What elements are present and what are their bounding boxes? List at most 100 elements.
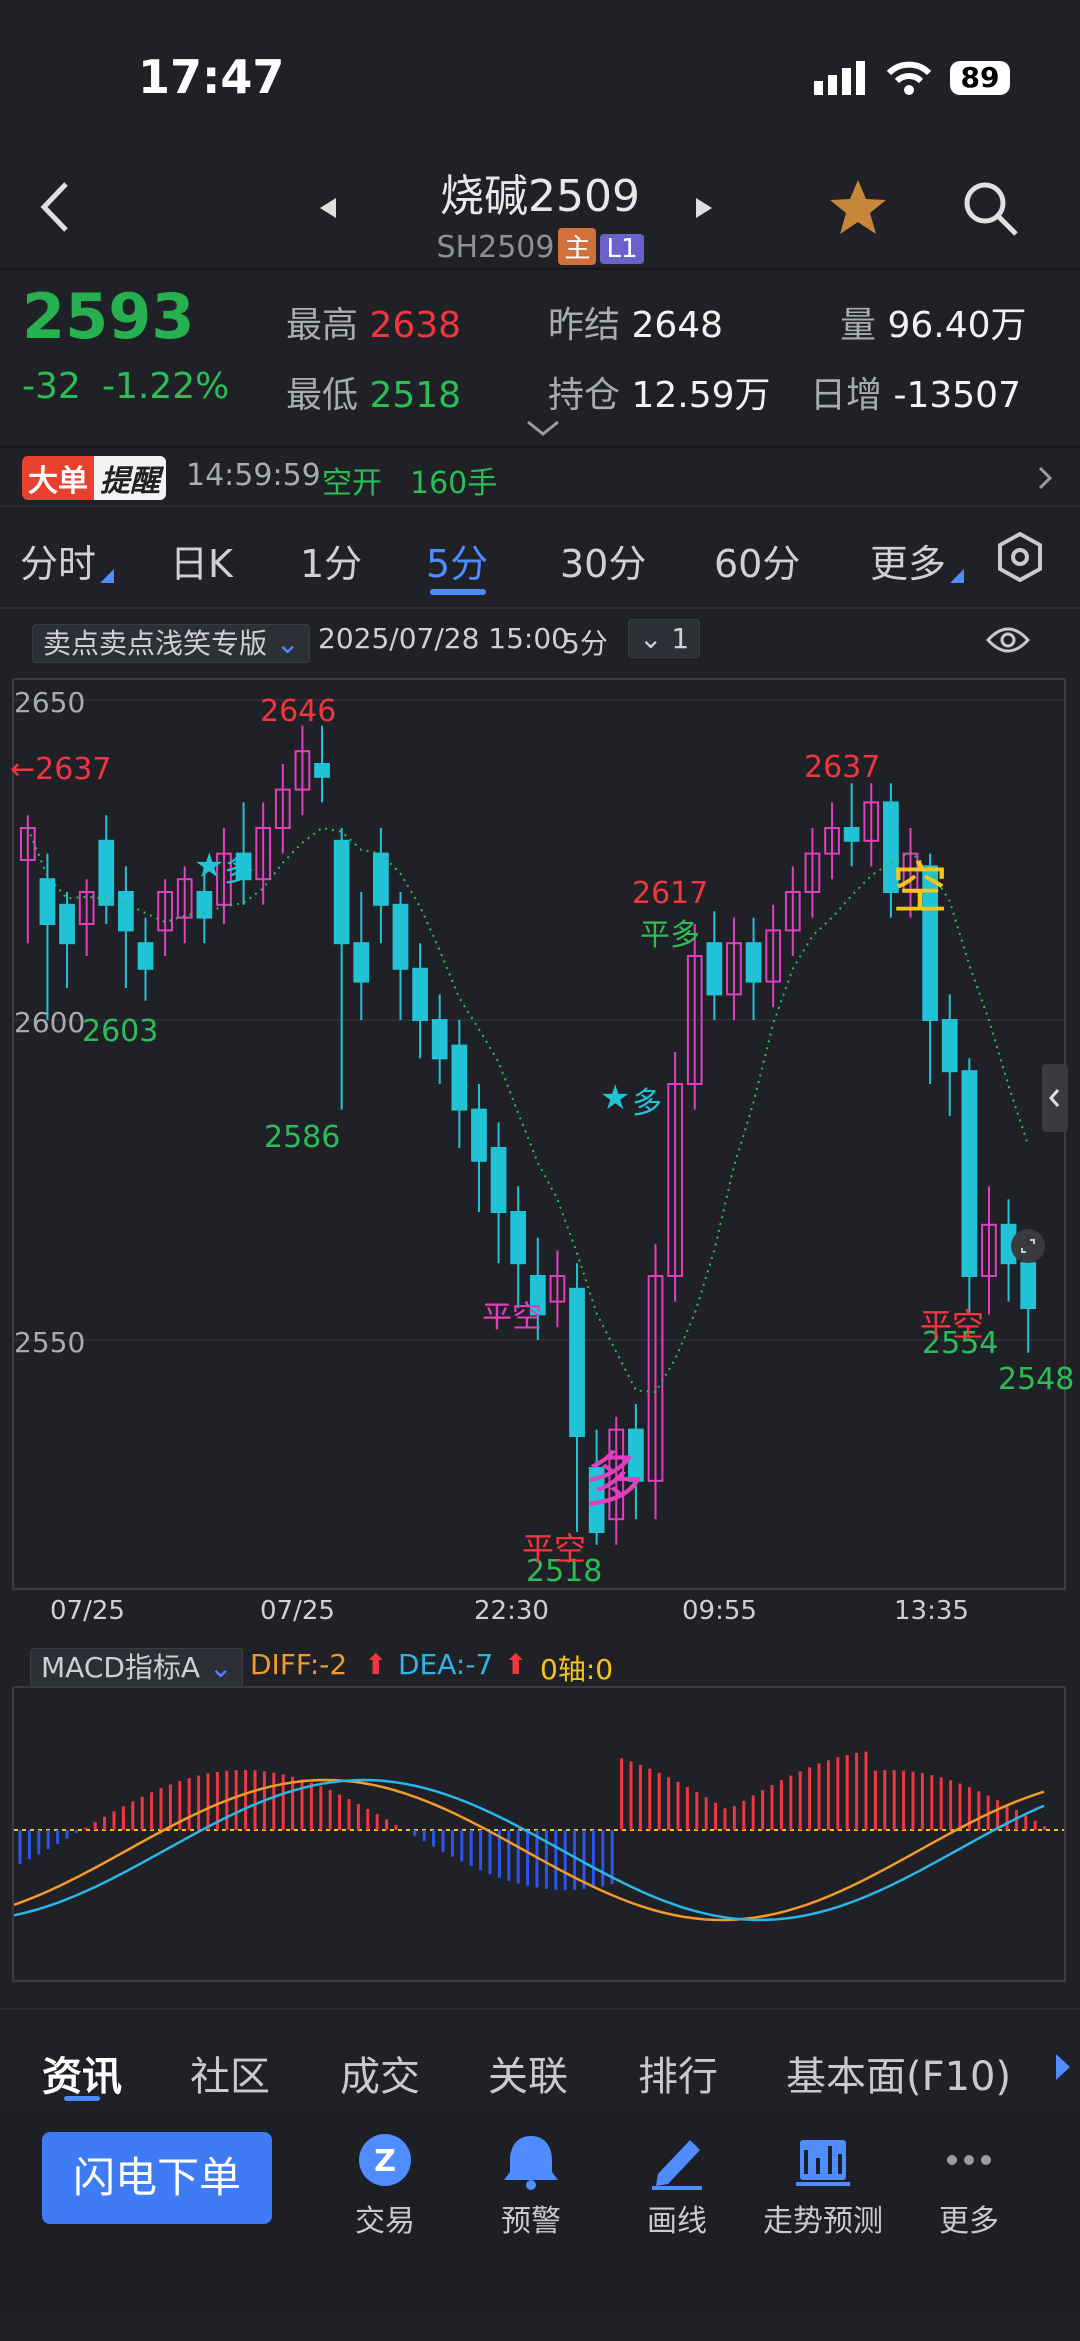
low-value: 2518 <box>369 375 462 416</box>
high-label: 最高 <box>286 305 359 346</box>
tab-more[interactable]: 更多 <box>870 533 946 588</box>
signal-close-short: 平空 <box>522 1530 587 1568</box>
draw-button[interactable]: 画线 <box>602 2130 752 2240</box>
kline-svg <box>14 699 1064 1545</box>
signal-long-small: 多 <box>224 854 254 889</box>
prev-settle-value: 2648 <box>631 305 724 346</box>
expand-chevron-icon[interactable] <box>526 420 560 438</box>
open-interest-value: 12.59万 <box>631 375 771 416</box>
tab-1min[interactable]: 1分 <box>300 533 362 588</box>
macd-name: MACD指标A <box>41 1651 201 1684</box>
x-tick-2: 07/25 <box>260 1596 335 1626</box>
candle-body <box>98 839 115 906</box>
signal-close-long: 平多 <box>640 918 700 953</box>
fullscreen-icon[interactable] <box>1010 1228 1046 1264</box>
dropdown-corner-icon <box>100 569 114 583</box>
candle-body <box>1020 1262 1037 1310</box>
tab-60min[interactable]: 60分 <box>714 533 800 588</box>
multiplier-value: 1 <box>671 622 690 655</box>
favorite-star-icon[interactable] <box>828 178 888 236</box>
y-tick-2650: 2650 <box>14 686 86 719</box>
candle-body <box>353 942 370 983</box>
status-time: 17:47 <box>138 50 285 104</box>
tab-related[interactable]: 关联 <box>488 2044 568 2102</box>
contract-subtitle: SH2509 主 L1 <box>0 228 1080 265</box>
candle-body <box>412 967 428 1021</box>
y-tick-2550: 2550 <box>14 1326 86 1359</box>
tab-fundamentals[interactable]: 基本面(F10) <box>786 2044 1011 2102</box>
active-tab-indicator <box>64 2096 100 2101</box>
candle-body <box>471 1108 487 1162</box>
up-arrow-icon: ⬆ <box>364 1648 388 1681</box>
candle-body <box>843 827 860 842</box>
open-interest-label: 持仓 <box>548 375 621 416</box>
price-change-pct: -1.22% <box>102 366 230 407</box>
battery-icon: 89 <box>950 61 1010 95</box>
candle-body <box>745 942 762 983</box>
indicator-period: 5分 <box>562 627 608 660</box>
candle-body <box>333 839 350 945</box>
tab-daily[interactable]: 日K <box>170 533 233 588</box>
macd-dea: DEA:-7 <box>398 1648 494 1681</box>
side-panel-toggle[interactable] <box>1042 1064 1068 1132</box>
candle-body <box>392 903 409 970</box>
forecast-button[interactable]: 走势预测 <box>748 2130 898 2240</box>
label-low-2586: 2586 <box>264 1120 341 1155</box>
search-icon[interactable] <box>960 178 1020 238</box>
more-dots-icon <box>947 2155 991 2165</box>
label-high-2646: 2646 <box>260 694 337 729</box>
tab-5min[interactable]: 5分 <box>426 533 488 588</box>
x-tick-3: 22:30 <box>474 1596 549 1626</box>
status-icons: 89 <box>814 58 1010 98</box>
macd-chart[interactable] <box>12 1686 1066 1982</box>
forecast-icon <box>796 2140 850 2186</box>
alert-badge-2: 提醒 <box>94 456 166 500</box>
tab-trades[interactable]: 成交 <box>340 2044 420 2102</box>
x-tick-5: 13:35 <box>894 1596 969 1626</box>
macd-select[interactable]: MACD指标A ⌄ <box>30 1646 244 1687</box>
label-low-2603: 2603 <box>82 1014 159 1049</box>
signal-short-big: 空 <box>892 857 948 922</box>
tab-community[interactable]: 社区 <box>190 2044 270 2102</box>
dropdown-corner-icon <box>950 569 964 583</box>
x-tick-4: 09:55 <box>682 1596 757 1626</box>
signal-long-big: 多 <box>584 1446 644 1516</box>
scroll-right-icon[interactable] <box>1054 2052 1072 2082</box>
tab-ranking[interactable]: 排行 <box>638 2044 718 2102</box>
up-arrow-icon: ⬆ <box>504 1648 528 1681</box>
high-value: 2638 <box>369 305 462 346</box>
trade-button[interactable]: Z 交易 <box>310 2130 460 2240</box>
low-label: 最低 <box>286 375 359 416</box>
label-high-2637: 2637 <box>804 750 881 785</box>
period-tabs: 分时 日K 1分 5分 30分 60分 更多 <box>0 505 1080 609</box>
label-high-2617: 2617 <box>632 876 709 911</box>
prev-settle-label: 昨结 <box>548 305 621 346</box>
multiplier-select[interactable]: ⌄ 1 <box>628 619 701 658</box>
tab-news[interactable]: 资讯 <box>42 2044 122 2102</box>
volume-value: 96.40万 <box>887 305 1027 346</box>
kline-chart[interactable]: 2650 2600 2550 ←2637 2646 2603 2586 2617… <box>10 678 1074 1590</box>
candle-body <box>451 1044 468 1111</box>
more-label: 更多 <box>939 2204 999 2239</box>
daily-inc-label: 日增 <box>810 375 883 416</box>
bell-icon <box>504 2136 558 2190</box>
macd-diff: DIFF:-2 <box>250 1648 348 1681</box>
divider <box>0 268 1080 270</box>
tab-30min[interactable]: 30分 <box>560 533 646 588</box>
l1-tag: L1 <box>600 234 644 264</box>
indicator-select[interactable]: 卖点卖点浅笑专版 ⌄ <box>32 622 311 663</box>
settings-hex-icon[interactable] <box>996 531 1044 583</box>
star-signal-icon-2: ★ <box>600 1078 631 1118</box>
alert-badge-1: 大单 <box>22 456 94 500</box>
more-button[interactable]: 更多 <box>894 2130 1044 2240</box>
candle-body <box>510 1211 527 1265</box>
contract-title: 烧碱2509 <box>440 171 640 222</box>
label-low-2548: 2548 <box>998 1362 1075 1397</box>
flash-order-button[interactable]: 闪电下单 <box>42 2132 272 2224</box>
macd-svg <box>13 1751 1064 1922</box>
next-contract-button[interactable] <box>694 196 714 220</box>
tab-intraday[interactable]: 分时 <box>20 533 96 588</box>
eye-icon[interactable] <box>986 624 1030 656</box>
alert-button[interactable]: 预警 <box>456 2130 606 2240</box>
big-order-alert[interactable]: 大单 提醒 14:59:59 空开 160手 <box>0 448 1080 506</box>
